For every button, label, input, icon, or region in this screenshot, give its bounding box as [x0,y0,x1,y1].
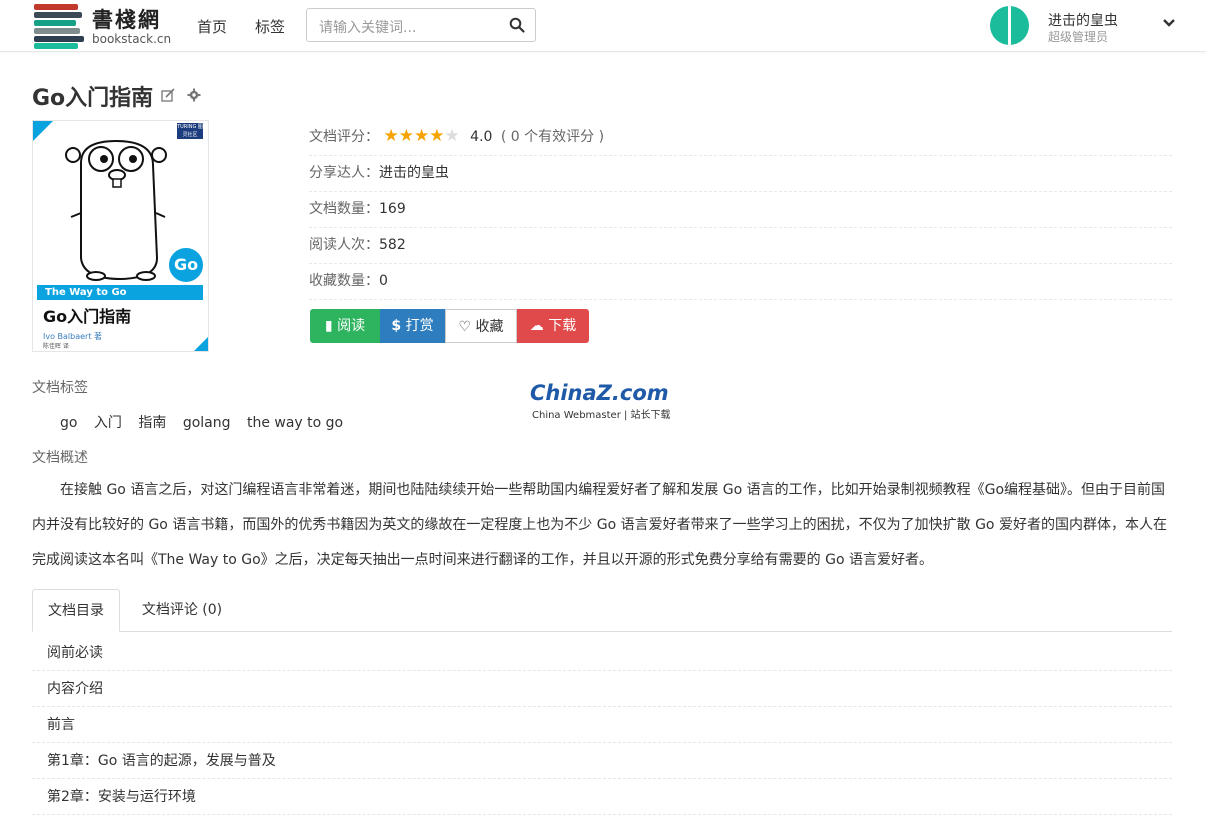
doc-count-label: 文档数量： [309,201,379,217]
read-count-label: 阅读人次： [309,237,379,253]
toc-item[interactable]: 第2章：安装与运行环境 [32,779,1172,815]
doc-count-row: 文档数量：169 [309,191,1172,228]
cover-translator: 陈佳晖 译 [43,343,69,350]
fav-count-row: 收藏数量：0 [309,263,1172,300]
favorite-button-label: 收藏 [475,319,504,335]
avatar[interactable] [990,6,1029,45]
book-icon: ▮ [324,318,333,334]
rating-stars[interactable]: ★★★★★ [383,119,459,155]
star-icon[interactable]: ★ [429,128,444,145]
rating-note: ( 0 个有效评分 ) [500,129,605,145]
book-cover[interactable]: TURING 图灵社区 Go The Way to Go Go入门指南 Ivo … [32,120,209,352]
favorite-button[interactable]: ♡ 收藏 [445,309,517,343]
reward-button-label: 打赏 [405,318,434,334]
tags-heading: 文档标签 [32,380,88,396]
reward-button[interactable]: $ 打赏 [380,309,445,343]
read-button-label: 阅读 [337,318,366,334]
top-navbar: 書棧網 bookstack.cn 首页 标签 请输入关键词... 进击的皇虫 超… [0,0,1206,52]
doc-count-value: 169 [379,201,406,217]
tab-toc[interactable]: 文档目录 [32,589,120,632]
sharer-name[interactable]: 进击的皇虫 [379,165,449,181]
toc-item[interactable]: 前言 [32,707,1172,743]
star-icon[interactable]: ★ [414,128,429,145]
search-placeholder: 请输入关键词... [319,20,417,36]
star-icon[interactable]: ★ [399,128,414,145]
nav-tags[interactable]: 标签 [255,16,285,37]
gear-icon[interactable] [187,88,201,102]
watermark-main: ChinaZ.com [530,381,669,405]
tab-bar: 文档目录 文档评论 (0) [32,589,1172,632]
toc-item[interactable]: 阅前必读 [32,635,1172,671]
star-icon[interactable]: ★ [383,128,398,145]
rating-value: 4.0 [470,129,493,145]
books-logo-icon [34,2,84,49]
watermark-sub: China Webmaster | 站长下载 [532,410,671,421]
summary-text: 在接触 Go 语言之后，对这门编程语言非常着迷，期间也陆陆续续开始一些帮助国内编… [32,482,1167,568]
read-count-row: 阅读人次：582 [309,227,1172,264]
dollar-icon: $ [391,318,402,334]
cover-corner-decoration [194,337,208,351]
download-button-label: 下载 [548,318,577,334]
cover-band-text: The Way to Go [37,285,203,300]
cover-corner-decoration [33,121,53,141]
heart-icon: ♡ [458,319,472,335]
tag-item[interactable]: 入门 [94,415,122,431]
sharer-row: 分享达人：进击的皇虫 [309,155,1172,192]
fav-count-label: 收藏数量： [309,273,379,289]
logo-chinese-text: 書棧網 [92,7,161,32]
site-logo[interactable]: 書棧網 bookstack.cn [34,2,171,49]
logo-english-text: bookstack.cn [92,32,172,46]
edit-icon[interactable] [161,88,175,102]
tab-comments[interactable]: 文档评论 (0) [137,589,227,631]
user-name[interactable]: 进击的皇虫 [1048,10,1118,30]
summary-heading: 文档概述 [32,450,88,466]
chinaz-watermark: ChinaZ.com China Webmaster | 站长下载 [530,381,680,421]
nav-home[interactable]: 首页 [197,16,227,37]
rating-label: 文档评分： [309,129,379,145]
go-badge: Go [167,246,205,284]
read-button[interactable]: ▮ 阅读 [310,309,380,343]
tag-item[interactable]: the way to go [247,415,343,431]
cover-title: Go入门指南 [43,307,132,326]
tag-item[interactable]: golang [183,415,231,431]
tag-list: go 入门 指南 golang the way to go [60,412,355,432]
chevron-down-icon[interactable] [1162,18,1176,28]
tag-item[interactable]: go [60,415,77,431]
star-icon[interactable]: ★ [444,128,459,145]
download-button[interactable]: ☁ 下载 [517,309,589,343]
search-input[interactable]: 请输入关键词... [306,8,536,42]
tag-item[interactable]: 指南 [138,415,166,431]
gopher-illustration [65,139,167,281]
cloud-download-icon: ☁ [529,318,544,334]
read-count-value: 582 [379,237,406,253]
page-title: Go入门指南 [32,86,154,111]
sharer-label: 分享达人： [309,165,379,181]
user-role: 超级管理员 [1048,30,1109,44]
rating-row: 文档评分： ★★★★★ 4.0 ( 0 个有效评分 ) [309,119,1172,156]
toc-item[interactable]: 内容介绍 [32,671,1172,707]
fav-count-value: 0 [379,273,388,289]
search-icon[interactable] [509,17,525,33]
toc-item[interactable]: 第1章：Go 语言的起源，发展与普及 [32,743,1172,779]
